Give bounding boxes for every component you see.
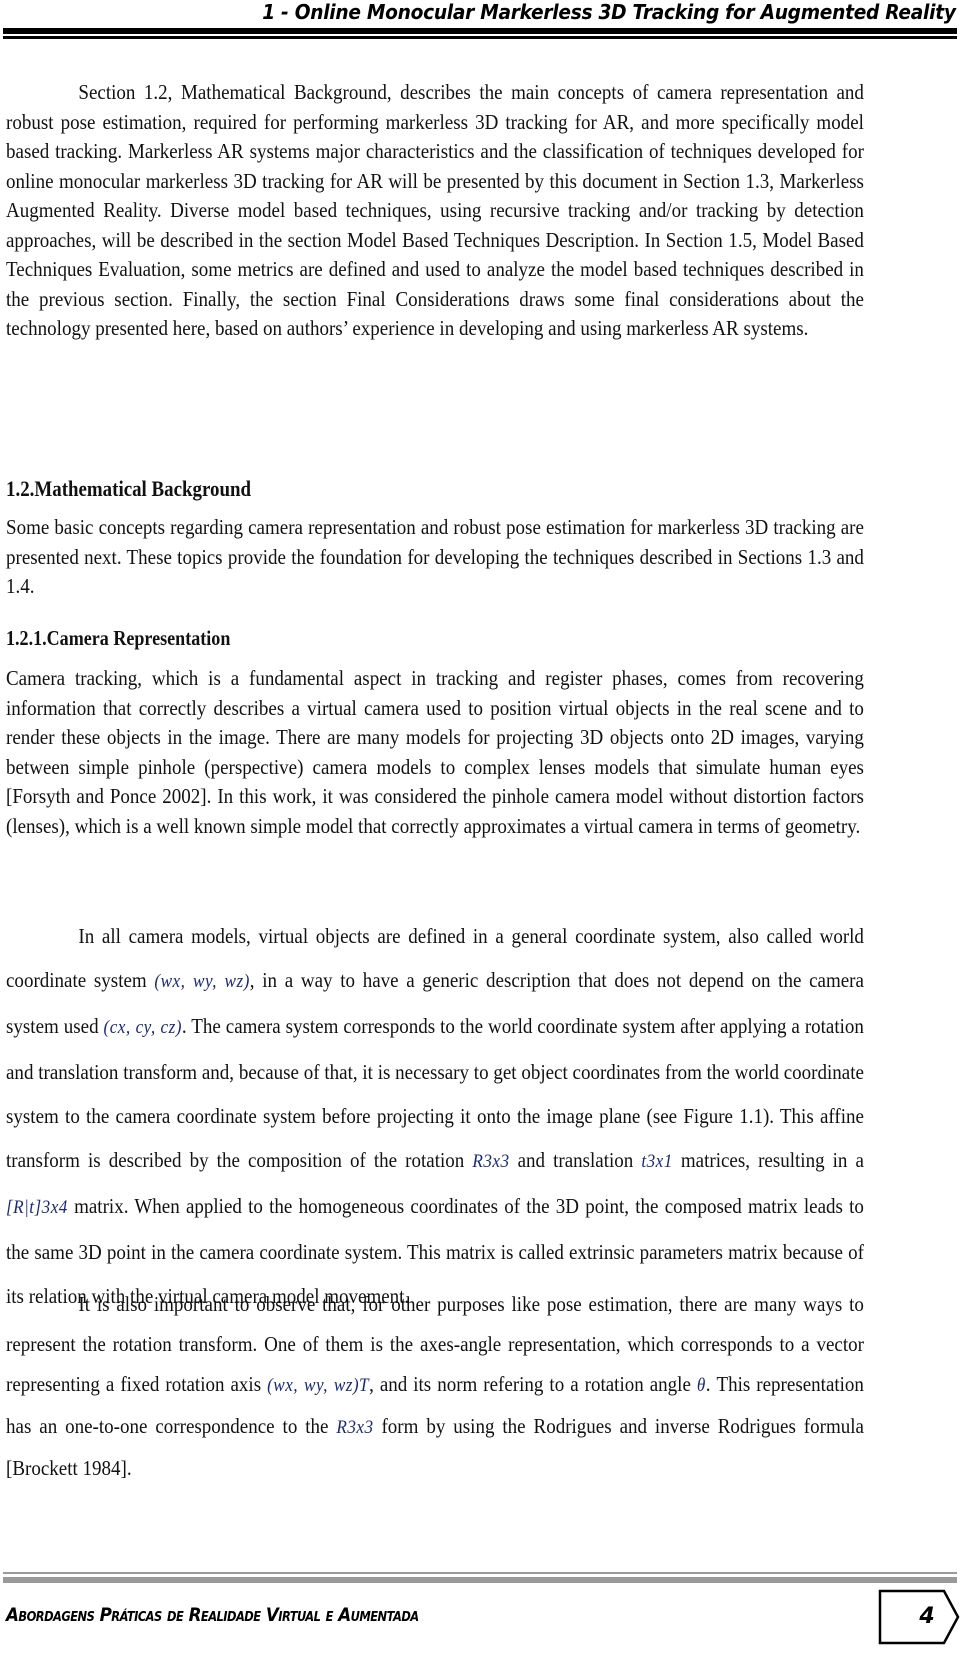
intro-paragraph: Section 1.2, Mathematical Background, de… — [6, 80, 864, 340]
section-heading-1-2: 1.2.Mathematical Background — [6, 476, 252, 501]
p3-text-2: , and its norm refering to a rotation an… — [369, 1372, 697, 1396]
section-1-2-paragraph: Some basic concepts regarding camera rep… — [6, 515, 864, 598]
section-1-2-paragraph-block: Some basic concepts regarding camera rep… — [6, 513, 864, 602]
math-world-coords: (wx, wy, wz) — [154, 971, 250, 992]
page-number: 4 — [919, 1604, 935, 1629]
header-rule-thin — [3, 36, 957, 39]
section-heading-1-2-1: 1.2.1.Camera Representation — [6, 626, 231, 650]
header-rule-thick — [3, 28, 957, 34]
document-page: 1 - Online Monocular Markerless 3D Track… — [0, 0, 960, 1654]
camera-paragraph-1: Camera tracking, which is a fundamental … — [6, 666, 864, 838]
math-rotation-angle: θ — [696, 1375, 706, 1396]
running-header-title: 1 - Online Monocular Markerless 3D Track… — [262, 0, 957, 24]
camera-paragraph-3-block: It is also important to observe that, fo… — [6, 1284, 864, 1488]
footer-rule-thick — [3, 1577, 957, 1583]
camera-paragraph-2: In all camera models, virtual objects ar… — [6, 914, 864, 1318]
footer-rule-thin — [3, 1572, 957, 1574]
camera-paragraph-1-block: Camera tracking, which is a fundamental … — [6, 664, 864, 841]
intro-paragraph-block: Section 1.2, Mathematical Background, de… — [6, 78, 864, 344]
math-rotation-matrix: R3x3 — [472, 1151, 510, 1172]
p2-text-4: and translation — [509, 1148, 642, 1172]
camera-paragraph-2-block: In all camera models, virtual objects ar… — [6, 914, 864, 1318]
p2-text-5: matrices, resulting in a — [672, 1148, 864, 1172]
math-camera-coords: (cx, cy, cz) — [103, 1017, 182, 1038]
footer-book-title: Abordagens Práticas de Realidade Virtual… — [6, 1604, 419, 1626]
math-extrinsic-matrix: [R|t]3x4 — [6, 1197, 68, 1218]
camera-paragraph-3: It is also important to observe that, fo… — [6, 1284, 864, 1488]
math-rotation-axis: (wx, wy, wz)T — [267, 1375, 370, 1396]
math-translation-vector: t3x1 — [641, 1151, 673, 1172]
math-rotation-matrix-2: R3x3 — [336, 1417, 374, 1438]
